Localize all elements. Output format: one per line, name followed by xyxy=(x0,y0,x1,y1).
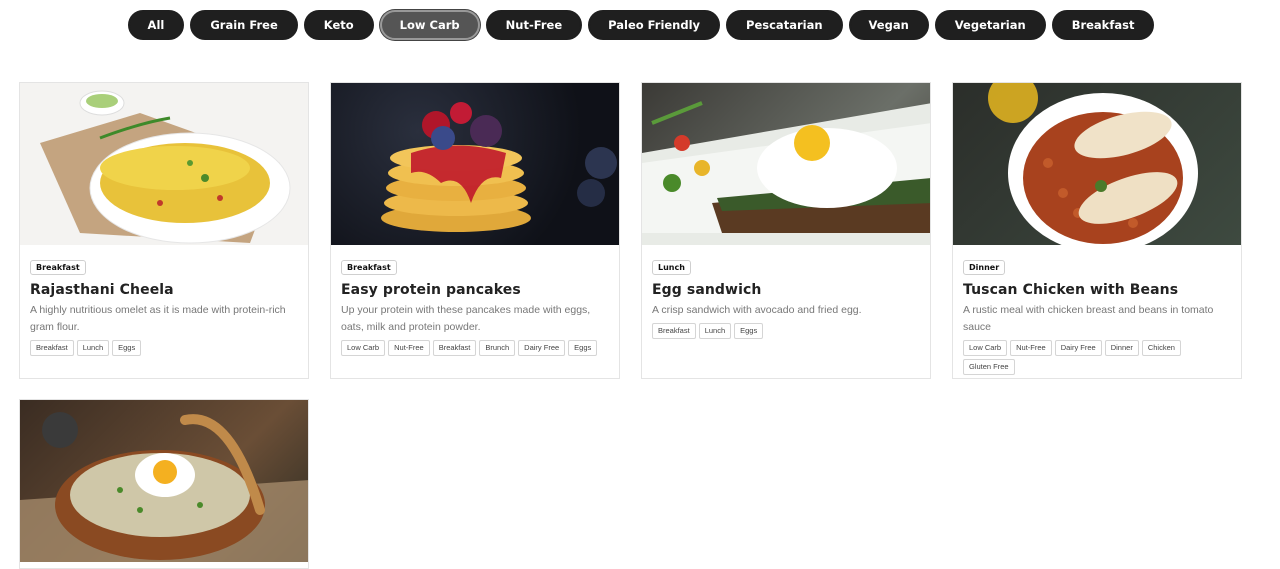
filter-low-carb[interactable]: Low Carb xyxy=(379,10,480,40)
filter-breakfast[interactable]: Breakfast xyxy=(1051,10,1155,40)
recipe-image-pancakes[interactable] xyxy=(331,83,619,245)
tag-list: Low Carb Nut-Free Breakfast Brunch Dairy… xyxy=(341,340,609,356)
tag[interactable]: Gluten Free xyxy=(963,359,1015,375)
tag[interactable]: Eggs xyxy=(568,340,598,356)
recipe-title[interactable]: Egg sandwich xyxy=(652,282,920,298)
recipe-description: Up your protein with these pancakes made… xyxy=(341,304,591,333)
recipe-image-soup[interactable] xyxy=(20,400,308,562)
tag[interactable]: Nut-Free xyxy=(1010,340,1052,356)
recipe-description: A highly nutritious omelet as it is made… xyxy=(30,304,286,333)
category-badge: Breakfast xyxy=(30,260,86,275)
filter-vegan[interactable]: Vegan xyxy=(848,10,929,40)
recipe-card[interactable]: Dinner Tuscan Chicken with Beans A rusti… xyxy=(952,82,1242,379)
recipe-image-cheela[interactable] xyxy=(20,83,308,245)
recipe-title[interactable]: Tuscan Chicken with Beans xyxy=(963,282,1231,298)
tag[interactable]: Dairy Free xyxy=(1054,340,1102,356)
filter-all[interactable]: All xyxy=(127,10,185,40)
tag[interactable]: Lunch xyxy=(76,340,110,356)
recipe-description: A rustic meal with chicken breast and be… xyxy=(963,304,1214,333)
recipe-title[interactable]: Rajasthani Cheela xyxy=(30,282,298,298)
category-badge: Dinner xyxy=(963,260,1006,275)
tag[interactable]: Dairy Free xyxy=(518,340,566,356)
tag[interactable]: Lunch xyxy=(698,323,732,339)
tag[interactable]: Breakfast xyxy=(432,340,477,356)
tag[interactable]: Chicken xyxy=(1141,340,1181,356)
filter-vegetarian[interactable]: Vegetarian xyxy=(934,10,1046,40)
recipe-image-tuscan-chicken[interactable] xyxy=(953,83,1241,245)
recipe-card[interactable]: Breakfast Easy protein pancakes Up your … xyxy=(330,82,620,379)
category-badge: Breakfast xyxy=(341,260,397,275)
filter-pescatarian[interactable]: Pescatarian xyxy=(726,10,843,40)
recipe-title[interactable]: Easy protein pancakes xyxy=(341,282,609,298)
recipe-description: A crisp sandwich with avocado and fried … xyxy=(652,304,862,316)
tag[interactable]: Eggs xyxy=(112,340,142,356)
filter-keto[interactable]: Keto xyxy=(303,10,374,40)
recipe-card[interactable]: Lunch Egg sandwich A crisp sandwich with… xyxy=(641,82,931,379)
filter-nut-free[interactable]: Nut-Free xyxy=(485,10,583,40)
filter-paleo-friendly[interactable]: Paleo Friendly xyxy=(588,10,721,40)
tag[interactable]: Breakfast xyxy=(652,323,696,339)
tag[interactable]: Dinner xyxy=(1104,340,1139,356)
tag[interactable]: Brunch xyxy=(479,340,516,356)
recipe-card[interactable]: Breakfast Rajasthani Cheela A highly nut… xyxy=(19,82,309,379)
filter-grain-free[interactable]: Grain Free xyxy=(190,10,298,40)
category-badge: Lunch xyxy=(652,260,691,275)
tag[interactable]: Breakfast xyxy=(30,340,74,356)
filter-bar: All Grain Free Keto Low Carb Nut-Free Pa… xyxy=(0,10,1280,40)
tag-list: Breakfast Lunch Eggs xyxy=(652,323,920,339)
tag[interactable]: Eggs xyxy=(734,323,764,339)
recipe-image-egg-sandwich[interactable] xyxy=(642,83,930,245)
tag[interactable]: Low Carb xyxy=(963,340,1008,356)
tag-list: Breakfast Lunch Eggs xyxy=(30,340,298,356)
tag-list: Low Carb Nut-Free Dairy Free Dinner Chic… xyxy=(963,340,1231,375)
tag[interactable]: Low Carb xyxy=(341,340,386,356)
recipe-card[interactable] xyxy=(19,399,309,569)
tag[interactable]: Nut-Free xyxy=(388,340,430,356)
